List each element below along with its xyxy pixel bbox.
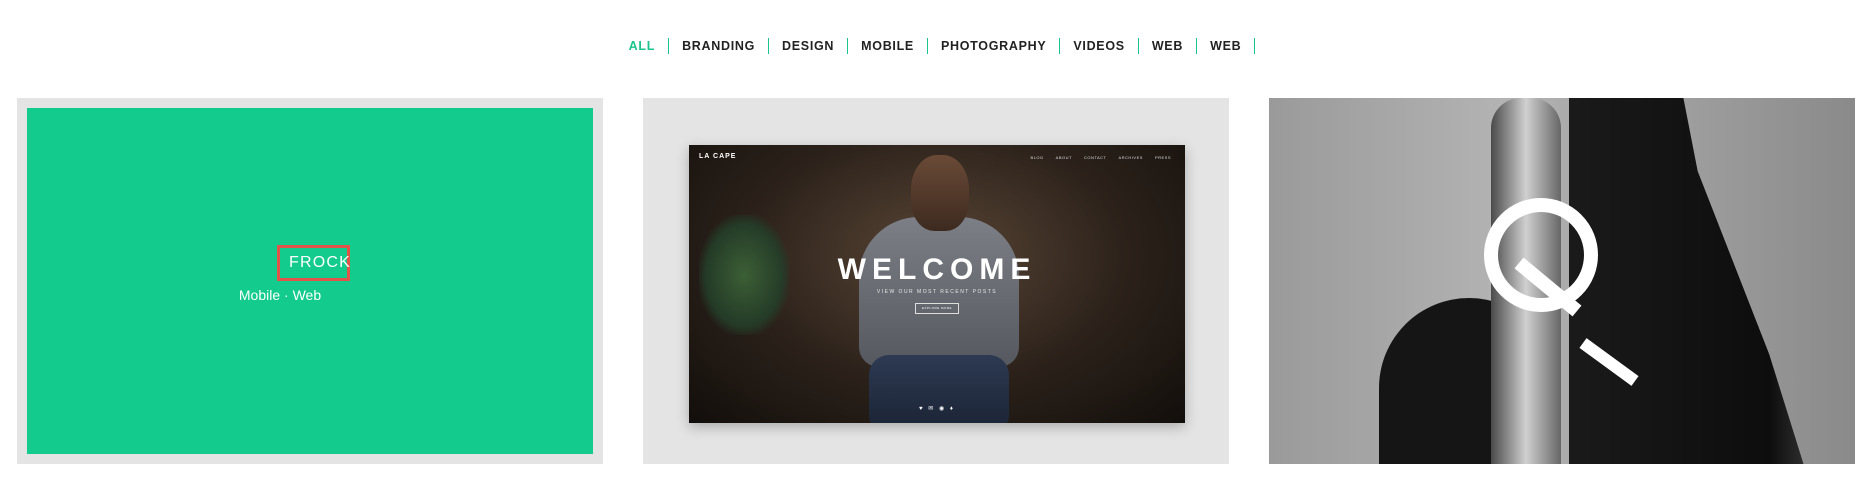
filter-all[interactable]: ALL bbox=[616, 38, 670, 54]
portfolio-item-q[interactable] bbox=[1269, 98, 1855, 464]
filter-mobile[interactable]: MOBILE bbox=[848, 38, 928, 54]
person-legs bbox=[869, 355, 1009, 423]
filter-label: BRANDING bbox=[682, 39, 756, 53]
portfolio-grid: FROCK Mobile · Web LA CAPE BLOG ABOUT CO… bbox=[17, 98, 1855, 465]
portfolio-item-welcome[interactable]: LA CAPE BLOG ABOUT CONTACT ARCHIVES PRES… bbox=[643, 98, 1229, 464]
filter-label: VIDEOS bbox=[1073, 39, 1125, 53]
filter-label: ALL bbox=[628, 39, 656, 53]
mockup-social-icons: ♥ ✉ ◉ ♦ bbox=[919, 406, 955, 412]
portrait-image bbox=[1269, 98, 1855, 464]
mockup-nav: BLOG ABOUT CONTACT ARCHIVES PRESS bbox=[1031, 155, 1171, 160]
filter-web-2[interactable]: WEB bbox=[1197, 38, 1256, 54]
mockup-nav-item: ABOUT bbox=[1055, 155, 1072, 160]
filter-label: MOBILE bbox=[861, 39, 914, 53]
filter-divider bbox=[1254, 38, 1256, 54]
mockup-nav-item: PRESS bbox=[1154, 155, 1171, 160]
filter-label: DESIGN bbox=[782, 39, 835, 53]
filter-design[interactable]: DESIGN bbox=[769, 38, 849, 54]
item-title[interactable]: FROCK bbox=[277, 245, 350, 281]
filter-label: PHOTOGRAPHY bbox=[940, 39, 1047, 53]
portfolio-item-frock[interactable]: FROCK Mobile · Web bbox=[17, 98, 603, 464]
portfolio-filter-bar: ALL BRANDING DESIGN MOBILE PHOTOGRAPHY V… bbox=[0, 36, 1871, 56]
website-mockup-image: LA CAPE BLOG ABOUT CONTACT ARCHIVES PRES… bbox=[689, 145, 1185, 423]
mockup-brand: LA CAPE bbox=[699, 153, 737, 160]
filter-branding[interactable]: BRANDING bbox=[669, 38, 770, 54]
mockup-heading: WELCOME bbox=[837, 253, 1037, 286]
q-logo-icon bbox=[1484, 198, 1639, 386]
mockup-nav-item: BLOG bbox=[1030, 155, 1044, 160]
person-head bbox=[911, 155, 969, 231]
mockup-nav-item: ARCHIVES bbox=[1118, 155, 1143, 160]
mockup-tagline: VIEW OUR MOST RECENT POSTS bbox=[876, 289, 998, 295]
filter-label: WEB bbox=[1151, 39, 1184, 53]
filter-photography[interactable]: PHOTOGRAPHY bbox=[928, 38, 1061, 54]
item-categories: Mobile · Web bbox=[238, 287, 322, 303]
filter-web[interactable]: WEB bbox=[1139, 38, 1198, 54]
filter-videos[interactable]: VIDEOS bbox=[1060, 38, 1139, 54]
mockup-cta-button: EXPLORE MORE bbox=[915, 303, 959, 314]
filter-label: WEB bbox=[1210, 39, 1242, 53]
item-hover-overlay[interactable]: FROCK Mobile · Web bbox=[27, 108, 593, 454]
mockup-nav-item: CONTACT bbox=[1083, 155, 1107, 160]
